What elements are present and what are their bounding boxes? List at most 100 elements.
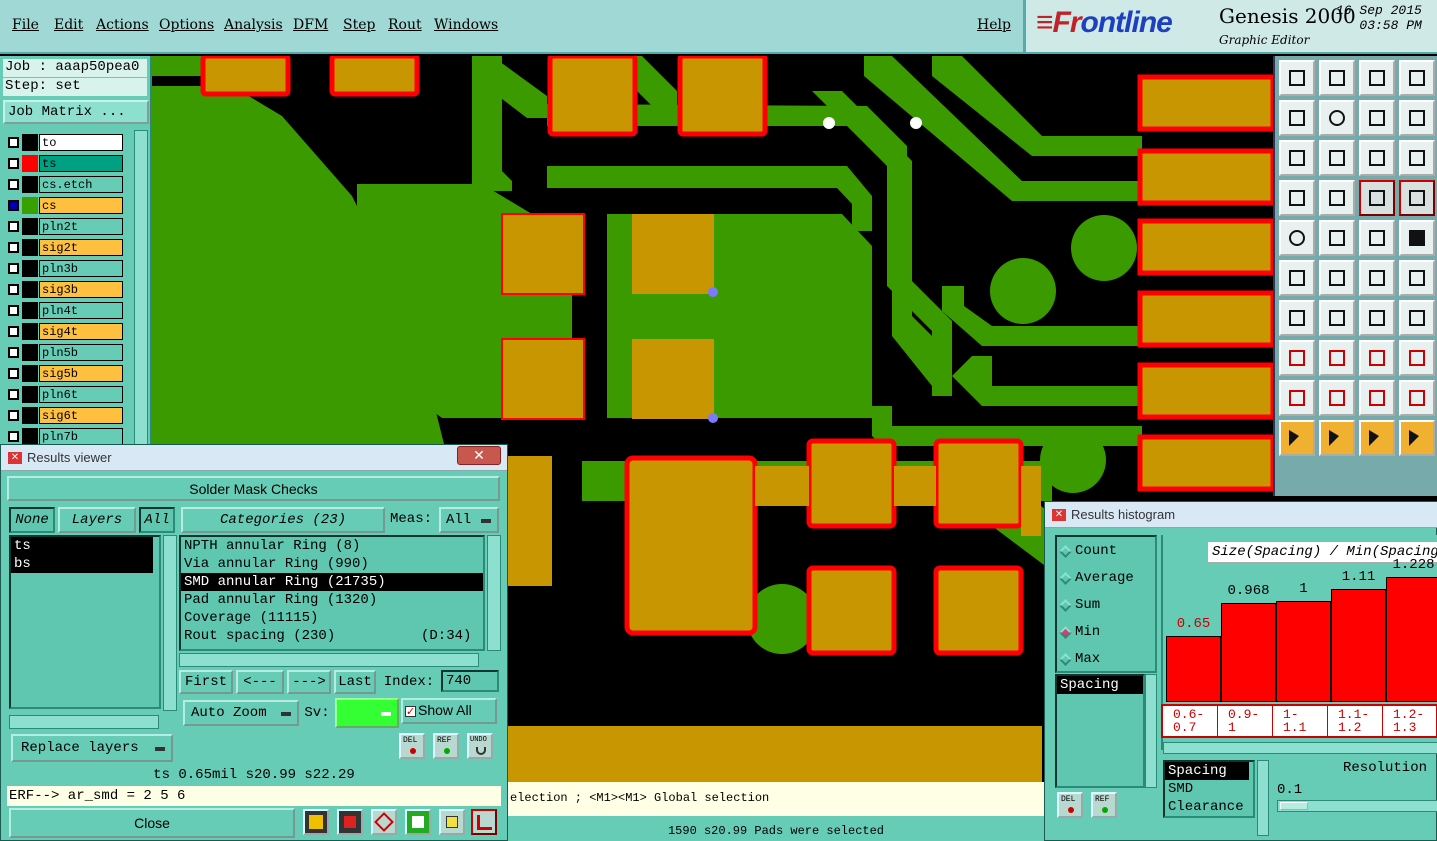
category-item[interactable]: Pad annular Ring (1320) bbox=[181, 591, 483, 609]
layer-name[interactable]: sig2t bbox=[39, 239, 123, 256]
radio-indicator[interactable] bbox=[1059, 572, 1072, 585]
tool-tri-a-icon[interactable] bbox=[1319, 380, 1355, 416]
tool-move-icon[interactable] bbox=[1399, 340, 1435, 376]
layer-name[interactable]: sig6t bbox=[39, 407, 123, 424]
menu-edit[interactable]: Edit bbox=[54, 17, 83, 33]
layer-checkbox[interactable] bbox=[8, 368, 19, 379]
tool-grid2-icon[interactable] bbox=[1319, 180, 1355, 216]
layer-checkbox[interactable] bbox=[8, 221, 19, 232]
tool-snap-red2-icon[interactable] bbox=[1399, 180, 1435, 216]
layer-row-pln2t[interactable]: pln2t bbox=[5, 218, 123, 235]
radio-count[interactable]: Count bbox=[1059, 543, 1117, 559]
layer-row-cs[interactable]: cs bbox=[5, 197, 123, 214]
layers-button[interactable]: Layers bbox=[58, 507, 136, 533]
radio-indicator[interactable] bbox=[1059, 653, 1072, 666]
category-item[interactable]: Via annular Ring (990) bbox=[181, 555, 483, 573]
prev-button[interactable]: <--- bbox=[236, 670, 284, 694]
radio-indicator[interactable] bbox=[1059, 599, 1072, 612]
tool-grid-icon[interactable] bbox=[1399, 60, 1435, 96]
histogram-bar[interactable] bbox=[1276, 601, 1331, 702]
tool-dot-icon[interactable] bbox=[1399, 220, 1435, 256]
layer-name[interactable]: sig4t bbox=[39, 323, 123, 340]
layer-row-sig4t[interactable]: sig4t bbox=[5, 323, 123, 340]
tool-pointer3-icon[interactable] bbox=[1359, 420, 1395, 456]
index-field[interactable]: 740 bbox=[441, 670, 499, 692]
tool-link-icon[interactable] bbox=[1279, 260, 1315, 296]
layer-list-scrollbar[interactable] bbox=[134, 130, 148, 448]
layer-checkbox[interactable] bbox=[8, 137, 19, 148]
layer-checkbox[interactable] bbox=[8, 305, 19, 316]
job-matrix-button[interactable]: Job Matrix ... bbox=[3, 100, 149, 124]
layer-name[interactable]: sig3b bbox=[39, 281, 123, 298]
radio-sum[interactable]: Sum bbox=[1059, 597, 1100, 613]
menu-dfm[interactable]: DFM bbox=[293, 17, 328, 33]
tool-arrow-icon[interactable] bbox=[1319, 60, 1355, 96]
category-item[interactable]: NPTH annular Ring (8) bbox=[181, 537, 483, 555]
tool-pointer2-icon[interactable] bbox=[1319, 420, 1355, 456]
categories-button[interactable]: Categories (23) bbox=[181, 507, 385, 533]
menu-step[interactable]: Step bbox=[343, 17, 375, 33]
spacing-item[interactable]: Spacing bbox=[1057, 676, 1143, 694]
tool-zoom-icon[interactable] bbox=[1319, 140, 1355, 176]
tool-left-icon[interactable] bbox=[1279, 100, 1315, 136]
next-button[interactable]: ---> bbox=[287, 670, 331, 694]
resolution-slider[interactable] bbox=[1277, 800, 1437, 812]
auto-zoom-dropdown[interactable]: Auto Zoom bbox=[183, 700, 299, 726]
measure-item[interactable]: Spacing bbox=[1165, 762, 1249, 780]
layer-results-scrollbar[interactable] bbox=[163, 535, 177, 711]
histogram-bar[interactable] bbox=[1331, 589, 1386, 702]
measure-list-scrollbar[interactable] bbox=[1257, 760, 1269, 836]
tool-settings-icon[interactable] bbox=[1279, 180, 1315, 216]
radio-indicator[interactable] bbox=[1059, 545, 1072, 558]
ref-button[interactable]: REF bbox=[433, 733, 459, 759]
show-all-checkbox[interactable]: ✓ Show All bbox=[401, 698, 497, 724]
layer-row-sig6t[interactable]: sig6t bbox=[5, 407, 123, 424]
histogram-item-list[interactable]: Spacing bbox=[1055, 674, 1145, 788]
layer-row-sig3b[interactable]: sig3b bbox=[5, 281, 123, 298]
tool-pointer-icon[interactable] bbox=[1279, 420, 1315, 456]
layer-checkbox[interactable] bbox=[8, 389, 19, 400]
tool-help-icon[interactable] bbox=[1399, 140, 1435, 176]
meas-dropdown[interactable]: All bbox=[439, 507, 499, 533]
layer-row-pln7b[interactable]: pln7b bbox=[5, 428, 123, 445]
close-button[interactable]: Close bbox=[9, 808, 295, 838]
layer-row-sig2t[interactable]: sig2t bbox=[5, 239, 123, 256]
tool-house-icon[interactable] bbox=[1359, 60, 1395, 96]
tool-arrows-icon[interactable] bbox=[1359, 100, 1395, 136]
categories-list[interactable]: NPTH annular Ring (8) Via annular Ring (9… bbox=[179, 535, 485, 651]
layer-row-pln3b[interactable]: pln3b bbox=[5, 260, 123, 277]
tool-rotate-icon[interactable] bbox=[1359, 300, 1395, 336]
last-button[interactable]: Last bbox=[334, 670, 376, 694]
layer-checkbox[interactable] bbox=[8, 410, 19, 421]
tool-line-icon[interactable] bbox=[1319, 300, 1355, 336]
layer-name[interactable]: pln3b bbox=[39, 260, 123, 277]
tool-tri-c-icon[interactable] bbox=[1399, 380, 1435, 416]
compare-icon[interactable] bbox=[405, 809, 431, 835]
layer-name[interactable]: pln7b bbox=[39, 428, 123, 445]
layer-name[interactable]: ts bbox=[39, 155, 123, 172]
sv-color-dropdown[interactable] bbox=[335, 698, 399, 728]
tool-1:2-icon[interactable] bbox=[1359, 140, 1395, 176]
tool-rect-icon[interactable] bbox=[1319, 220, 1355, 256]
histogram-list-scrollbar[interactable] bbox=[1145, 674, 1157, 788]
layer-checkbox[interactable] bbox=[8, 200, 19, 211]
tool-right-icon[interactable] bbox=[1319, 100, 1355, 136]
layer-row-ts[interactable]: ts bbox=[5, 155, 123, 172]
histogram-icon[interactable] bbox=[471, 809, 497, 835]
layer-row-pln4t[interactable]: pln4t bbox=[5, 302, 123, 319]
layer-checkbox[interactable] bbox=[8, 179, 19, 190]
layer-name[interactable]: pln5b bbox=[39, 344, 123, 361]
tool-measure-icon[interactable] bbox=[1359, 340, 1395, 376]
histogram-titlebar[interactable]: ✕ Results histogram bbox=[1045, 502, 1437, 528]
radio-min[interactable]: Min bbox=[1059, 624, 1100, 640]
categories-scrollbar[interactable] bbox=[487, 535, 501, 651]
layer-result-item[interactable]: bs bbox=[11, 555, 153, 573]
tool-arrow-red-icon[interactable] bbox=[1399, 260, 1435, 296]
slider-thumb[interactable] bbox=[1280, 802, 1308, 810]
layer-checkbox[interactable] bbox=[8, 263, 19, 274]
tool-snap-red-icon[interactable] bbox=[1359, 180, 1395, 216]
layer-checkbox[interactable] bbox=[8, 347, 19, 358]
tool-home-icon[interactable] bbox=[1279, 60, 1315, 96]
all-button[interactable]: All bbox=[139, 507, 175, 533]
menu-rout[interactable]: Rout bbox=[388, 17, 422, 33]
